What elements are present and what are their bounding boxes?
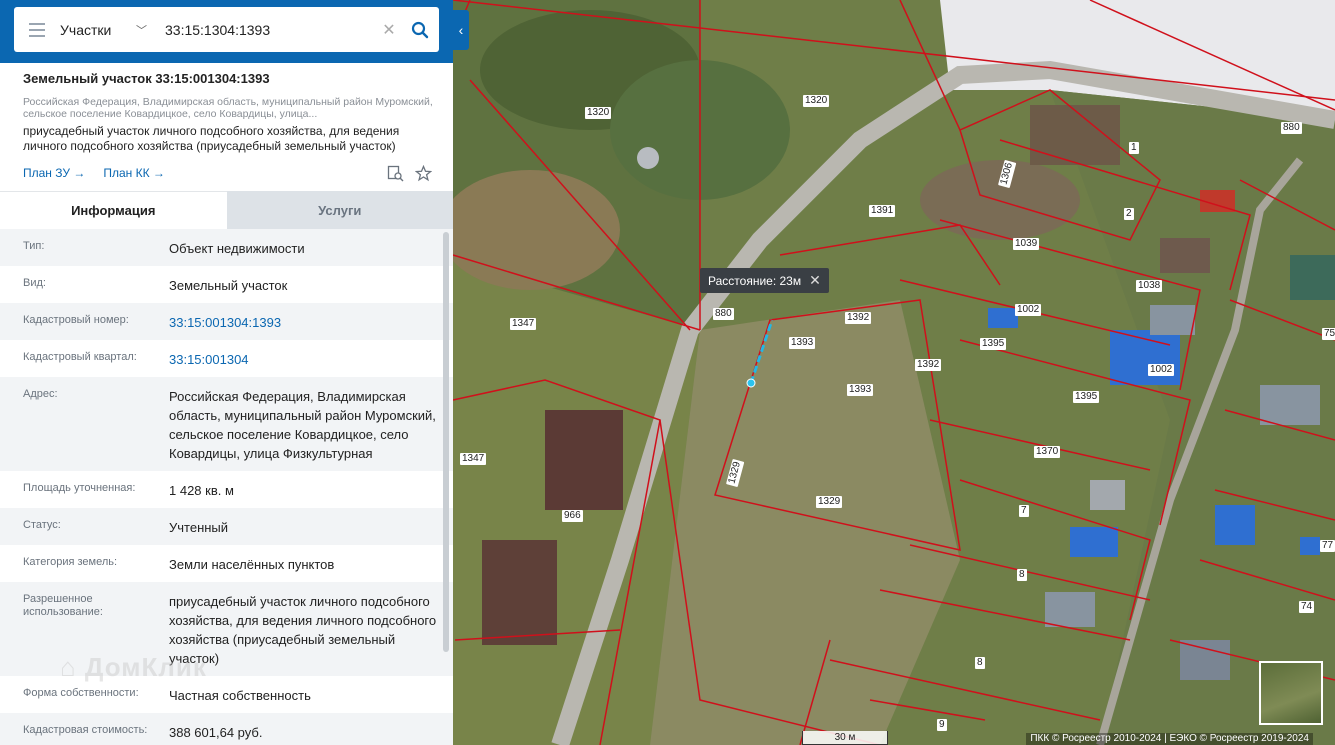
plot-label[interactable]: 1320: [585, 107, 612, 119]
menu-icon[interactable]: [14, 7, 60, 52]
parcel-card: Земельный участок 33:15:001304:1393 Росс…: [0, 63, 453, 183]
plot-label[interactable]: 1395: [980, 338, 1007, 350]
plot-label[interactable]: 1393: [847, 384, 874, 396]
plot-label[interactable]: 1002: [1015, 304, 1042, 316]
plot-label[interactable]: 1370: [1034, 446, 1061, 458]
info-value: 388 601,64 руб.: [169, 725, 263, 740]
plot-label[interactable]: 1038: [1136, 280, 1163, 292]
collapse-panel-button[interactable]: ‹: [453, 10, 469, 50]
measure-point: [746, 378, 756, 388]
info-value: Объект недвижимости: [169, 241, 305, 256]
search-type-label: Участки: [60, 21, 112, 38]
info-row-area: Площадь уточненная: 1 428 кв. м: [0, 471, 453, 508]
info-key: Кадастровая стоимость:: [23, 724, 148, 736]
parcel-address: Российская Федерация, Владимирская облас…: [23, 96, 433, 120]
cadastral-quarter-link[interactable]: 33:15:001304: [169, 340, 453, 377]
search-input[interactable]: [155, 9, 377, 50]
chevron-left-icon: ‹: [458, 22, 464, 38]
info-key: Статус:: [23, 519, 61, 531]
info-key: Адрес:: [23, 388, 58, 400]
map-attribution: ПКК © Росреестр 2010-2024 | ЕЭКО © Росре…: [1026, 733, 1313, 745]
distance-tooltip: Расстояние: 23м ✕: [700, 268, 829, 293]
info-row-land-category: Категория земель: Земли населённых пункт…: [0, 545, 453, 582]
info-key: Разрешенное использование:: [23, 593, 103, 618]
info-row-kind: Вид: Земельный участок: [0, 266, 453, 303]
plot-label[interactable]: 9: [937, 719, 947, 731]
star-icon[interactable]: [413, 163, 433, 183]
scrollbar[interactable]: [443, 232, 449, 652]
minimap[interactable]: [1259, 661, 1323, 725]
plot-label[interactable]: 2: [1124, 208, 1134, 220]
info-value: 1 428 кв. м: [169, 483, 234, 498]
plot-label[interactable]: 7: [1019, 505, 1029, 517]
plot-label[interactable]: 966: [562, 510, 583, 522]
plot-label[interactable]: 880: [713, 308, 734, 320]
plot-label[interactable]: 1395: [1073, 391, 1100, 403]
info-row-cadastral-number: Кадастровый номер: 33:15:001304:1393: [0, 303, 453, 340]
info-value: Земельный участок: [169, 278, 288, 293]
watermark-logo: ⌂ ДомКлик: [60, 652, 207, 682]
tab-information[interactable]: Информация: [0, 191, 227, 229]
plot-label[interactable]: 1392: [915, 359, 942, 371]
info-key: Кадастровый квартал:: [23, 351, 137, 363]
plot-label[interactable]: 880: [1281, 122, 1302, 134]
plan-zu-link[interactable]: План ЗУ →: [23, 166, 85, 180]
chevron-down-icon: ﹀: [136, 24, 147, 37]
plot-label[interactable]: 1393: [789, 337, 816, 349]
search-icon: [411, 21, 429, 38]
search-box: Участки ﹀ ✕: [14, 7, 439, 52]
info-value: Российская Федерация, Владимирская облас…: [169, 389, 436, 461]
search-bar: Участки ﹀ ✕: [0, 0, 453, 63]
cadastral-number-link[interactable]: 33:15:001304:1393: [169, 303, 453, 340]
plot-label[interactable]: 1347: [510, 318, 537, 330]
info-row-cadastral-value: Кадастровая стоимость: 388 601,64 руб.: [0, 713, 453, 745]
info-row-type: Тип: Объект недвижимости: [0, 229, 453, 266]
info-row-cadastral-quarter: Кадастровый квартал: 33:15:001304: [0, 340, 453, 377]
plot-label[interactable]: 1002: [1148, 364, 1175, 376]
side-panel: Участки ﹀ ✕ Земельный участок 33:15:0013…: [0, 0, 453, 745]
scale-bar: 30 м: [802, 731, 888, 745]
info-value: приусадебный участок личного подсобного …: [169, 594, 437, 666]
plot-label[interactable]: 1391: [869, 205, 896, 217]
clear-icon[interactable]: ✕: [377, 20, 401, 40]
tab-services[interactable]: Услуги: [226, 191, 453, 229]
plot-label[interactable]: 75: [1322, 328, 1335, 340]
plot-label[interactable]: 1347: [460, 453, 487, 465]
plan-kk-link[interactable]: План КК →: [103, 166, 165, 180]
info-value: Земли населённых пунктов: [169, 557, 335, 572]
info-key: Кадастровый номер:: [23, 314, 129, 326]
parcel-purpose: приусадебный участок личного подсобного …: [23, 124, 400, 153]
plot-label[interactable]: 1320: [803, 95, 830, 107]
plot-label[interactable]: 1329: [816, 496, 843, 508]
info-value: Учтенный: [169, 520, 229, 535]
card-links: План ЗУ → План КК →: [23, 163, 433, 183]
info-key: Тип:: [23, 240, 45, 252]
info-key: Категория земель:: [23, 556, 118, 568]
plot-label[interactable]: 1039: [1013, 238, 1040, 250]
info-row-status: Статус: Учтенный: [0, 508, 453, 545]
plot-label[interactable]: 77: [1320, 540, 1335, 552]
map-search-icon[interactable]: [385, 163, 405, 183]
info-key: Площадь уточненная:: [23, 482, 136, 494]
distance-label: Расстояние: 23м: [708, 273, 802, 288]
parcel-title: Земельный участок 33:15:001304:1393: [23, 71, 270, 86]
info-value: Частная собственность: [169, 688, 311, 703]
info-row-address: Адрес: Российская Федерация, Владимирска…: [0, 377, 453, 471]
plot-label[interactable]: 74: [1299, 601, 1315, 613]
close-icon[interactable]: ✕: [809, 272, 821, 289]
plot-label[interactable]: 1392: [845, 312, 872, 324]
info-key: Вид:: [23, 277, 46, 289]
search-button[interactable]: [401, 7, 439, 52]
search-type-select[interactable]: Участки ﹀: [60, 22, 155, 38]
plot-label[interactable]: 1: [1129, 142, 1139, 154]
plot-label[interactable]: 8: [975, 657, 985, 669]
plot-label[interactable]: 8: [1017, 569, 1027, 581]
card-tabs: Информация Услуги: [0, 191, 453, 229]
